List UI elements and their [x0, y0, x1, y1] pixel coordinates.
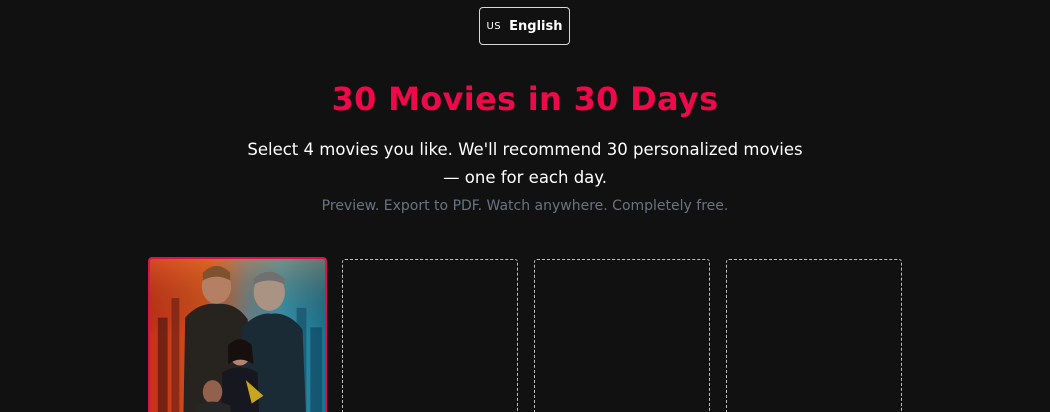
page-subtitle: Select 4 movies you like. We'll recommen…: [247, 140, 803, 187]
page-tagline: Preview. Export to PDF. Watch anywhere. …: [321, 198, 729, 214]
page-title: 30 Movies in 30 Days: [331, 80, 719, 118]
language-label: English: [509, 18, 563, 34]
movie-poster-image: [150, 259, 325, 412]
language-selector-button[interactable]: US English: [479, 7, 570, 45]
movie-slot-3-empty[interactable]: [534, 259, 710, 412]
movie-slot-1-selected[interactable]: [148, 257, 327, 412]
page: US English 30 Movies in 30 Days Select 4…: [0, 0, 1050, 412]
movie-slot-4-empty[interactable]: [726, 259, 902, 412]
us-flag-icon: US: [486, 20, 502, 32]
movie-slot-2-empty[interactable]: [342, 259, 518, 412]
